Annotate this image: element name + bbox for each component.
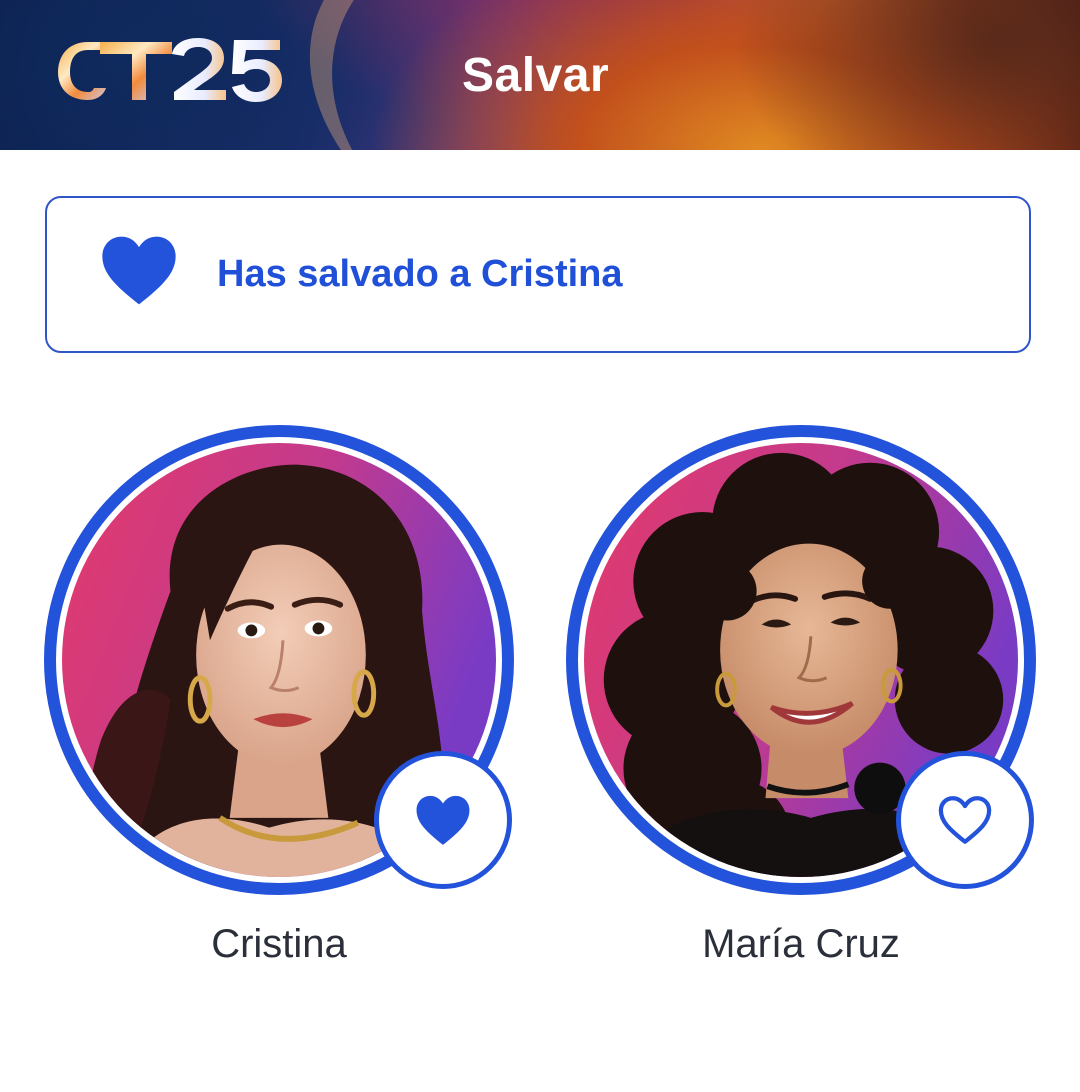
save-contestant-button[interactable] [896, 751, 1034, 889]
saved-message: Has salvado a Cristina [217, 253, 623, 295]
heart-outline-icon [938, 796, 992, 844]
contestant-name: Cristina [211, 922, 347, 966]
contestant-name: María Cruz [702, 922, 900, 966]
salvar-screen: Salvar Has salvado a Cristina Cristina M… [0, 0, 1080, 1092]
save-contestant-button[interactable] [374, 751, 512, 889]
heart-filled-icon [416, 795, 470, 845]
app-header: Salvar [0, 0, 1080, 150]
saved-confirmation-banner: Has salvado a Cristina [45, 196, 1031, 353]
heart-filled-icon [102, 236, 176, 305]
ot25-logo [58, 38, 282, 102]
page-title: Salvar [462, 49, 610, 102]
